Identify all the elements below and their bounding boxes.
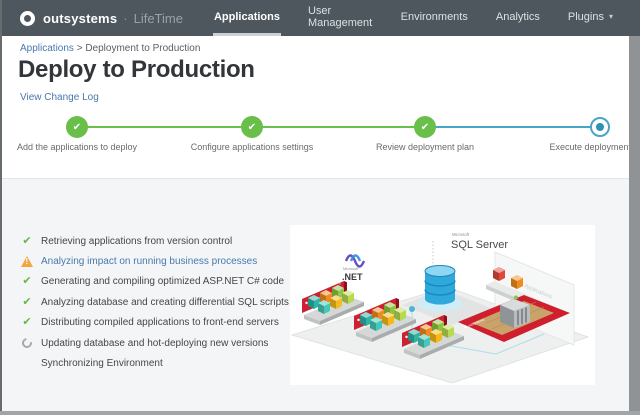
deployment-step-label: Updating database and hot-deploying new …	[41, 337, 269, 349]
brand-name: outsystems	[43, 10, 118, 26]
chevron-down-icon: ▾	[608, 12, 613, 21]
nav-applications[interactable]: Applications	[212, 0, 281, 36]
step-4-circle	[590, 117, 610, 137]
deployment-step-row: ✔ Generating and compiling optimized ASP…	[20, 272, 289, 292]
sql-brand-label: Microsoft	[452, 232, 470, 237]
nav-user-management[interactable]: User Management	[307, 0, 374, 36]
step-1-circle: ✔	[66, 116, 88, 138]
top-navbar: outsystems · LifeTime Applications User …	[0, 0, 640, 36]
check-icon: ✔	[22, 316, 32, 329]
breadcrumb: Applications > Deployment to Production	[20, 43, 200, 54]
breadcrumb-separator: >	[76, 43, 83, 54]
step-3-circle: ✔	[414, 116, 436, 138]
check-icon: ✔	[22, 275, 32, 288]
application-cube	[511, 275, 523, 289]
step-4-label: Execute deployment plan	[549, 142, 640, 152]
nav-plugins[interactable]: Plugins ▾	[567, 0, 614, 36]
deployment-step-label: Distributing compiled applications to fr…	[41, 317, 279, 329]
view-change-log-link[interactable]: View Change Log	[20, 92, 99, 103]
check-icon: ✔	[72, 121, 82, 133]
illustration-svg: Applications outsystems Microsoft SQL Se…	[290, 232, 590, 384]
spinner-icon	[20, 336, 34, 351]
window-edge-left	[0, 0, 2, 415]
deployment-step-label: Synchronizing Environment	[41, 358, 163, 370]
machine-status-light	[514, 295, 518, 300]
step-2-label: Configure applications settings	[190, 142, 314, 152]
deployment-step-row: ! Analyzing impact on running business p…	[20, 251, 289, 271]
deployment-step-label: Analyzing database and creating differen…	[41, 296, 289, 308]
deployment-warning-link[interactable]: Analyzing impact on running business pro…	[41, 256, 257, 267]
deployment-step-label: Generating and compiling optimized ASP.N…	[41, 276, 285, 288]
deployment-step-row: ✔ Distributing compiled applications to …	[20, 313, 289, 333]
product-name: LifeTime	[133, 10, 183, 26]
step-2-circle: ✔	[241, 116, 263, 138]
current-step-dot	[596, 123, 604, 131]
database-cylinder-icon	[418, 265, 462, 311]
nav-analytics[interactable]: Analytics	[495, 0, 541, 36]
outsystems-logo-icon[interactable]	[20, 10, 35, 26]
stepper-line-current	[425, 126, 600, 128]
check-icon: ✔	[247, 121, 257, 133]
warning-icon: !	[21, 256, 33, 268]
dotnet-label: .NET	[342, 272, 363, 282]
breadcrumb-applications-link[interactable]: Applications	[20, 43, 74, 54]
route-node-dot	[409, 306, 415, 312]
deployment-step-row: ✔ Retrieving applications from version c…	[20, 231, 289, 251]
check-icon: ✔	[22, 295, 32, 308]
step-3-label: Review deployment plan	[375, 142, 475, 152]
dotnet-wave-icon	[344, 254, 366, 268]
deployment-step-label: Retrieving applications from version con…	[41, 235, 233, 247]
step-1-label: Add the applications to deploy	[16, 142, 138, 152]
page-title: Deploy to Production	[18, 56, 255, 83]
deployment-step-row: Synchronizing Environment	[20, 353, 289, 373]
check-icon: ✔	[22, 234, 32, 247]
nav-environments[interactable]: Environments	[400, 0, 469, 36]
deployment-step-row: ✔ Analyzing database and creating differ…	[20, 292, 289, 312]
brand-block: outsystems · LifeTime	[0, 0, 183, 36]
nav-plugins-label: Plugins	[567, 10, 604, 23]
dotnet-brand-label: Microsoft	[343, 267, 359, 271]
check-icon: ✔	[420, 121, 430, 133]
brand-separator: ·	[123, 10, 128, 26]
deployment-step-row: Updating database and hot-deploying new …	[20, 333, 289, 353]
logo-hole	[24, 14, 31, 22]
sql-server-label: SQL Server	[451, 239, 508, 251]
window-edge-right	[629, 36, 640, 415]
main-menu: Applications User Management Environment…	[212, 0, 640, 36]
window-edge-bottom	[0, 411, 640, 415]
application-cube	[493, 267, 505, 281]
lifetime-window: outsystems · LifeTime Applications User …	[0, 0, 640, 415]
deployment-progress-list: ✔ Retrieving applications from version c…	[20, 231, 289, 374]
deployment-illustration: Applications outsystems Microsoft SQL Se…	[290, 225, 595, 385]
breadcrumb-current: Deployment to Production	[85, 43, 201, 54]
